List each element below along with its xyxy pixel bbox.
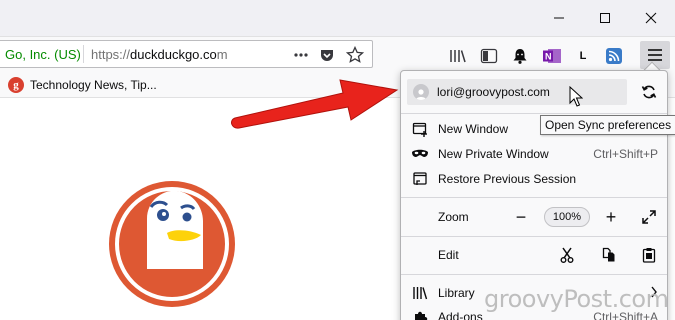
menu-item-zoom: Zoom − 100% + [401, 205, 667, 229]
bookmark-favicon: g [8, 77, 24, 93]
pocket-icon [321, 50, 333, 61]
bookmark-item[interactable]: g Technology News, Tip... [8, 76, 157, 94]
star-icon [346, 46, 364, 63]
account-avatar-icon [413, 84, 429, 100]
menu-item-shortcut: Ctrl+Shift+P [593, 147, 658, 161]
library-menu-icon [411, 284, 429, 302]
close-icon [645, 12, 657, 24]
library-icon [450, 50, 466, 63]
zoom-in-button[interactable]: + [599, 205, 623, 229]
bookmark-label: Technology News, Tip... [30, 78, 157, 92]
close-button[interactable] [628, 0, 674, 36]
menu-item-restore-session[interactable]: Restore Previous Session [401, 167, 667, 191]
sidebar-icon [480, 48, 498, 64]
site-identity[interactable]: Go, Inc. (US) [5, 47, 81, 62]
menu-item-label: Restore Previous Session [438, 172, 577, 186]
pocket-button[interactable] [317, 45, 337, 65]
menu-item-new-private-window[interactable]: New Private Window Ctrl+Shift+P [401, 142, 667, 166]
watermark: groovyPost.com [484, 285, 669, 313]
menu-item-edit: Edit [401, 243, 667, 267]
paste-button[interactable] [637, 243, 661, 267]
red-arrow-annotation [231, 79, 399, 129]
mouse-cursor-icon [569, 86, 583, 107]
minimize-icon [554, 17, 564, 19]
zoom-label: Zoom [438, 210, 469, 224]
window-title-bar [0, 0, 675, 36]
sync-account-email: lori@groovypost.com [437, 85, 550, 99]
onenote-button[interactable]: N [541, 45, 563, 67]
ellipsis-icon [294, 53, 308, 57]
url-text[interactable]: https://duckduckgo.com [91, 47, 228, 62]
menu-separator [401, 197, 667, 198]
fullscreen-button[interactable] [637, 205, 661, 229]
zoom-out-button[interactable]: − [509, 205, 533, 229]
copy-icon [602, 247, 615, 262]
app-menu-panel: lori@groovypost.com New Window New Priva… [400, 70, 668, 320]
onenote-icon: N [543, 49, 561, 63]
copy-button[interactable] [597, 243, 621, 267]
notification-button[interactable] [509, 45, 531, 67]
restore-session-icon [411, 170, 429, 188]
sync-account-item[interactable]: lori@groovypost.com [407, 79, 627, 105]
bookmark-star-button[interactable] [345, 45, 365, 65]
lastpass-button[interactable]: L [572, 45, 594, 67]
sync-tooltip: Open Sync preferences [540, 115, 675, 135]
menu-separator [401, 236, 667, 237]
menu-item-label: Library [438, 286, 475, 300]
sync-icon [641, 85, 657, 99]
puzzle-piece-icon [411, 308, 429, 320]
url-host: duckduckgo.co [130, 47, 217, 62]
hamburger-menu-icon [648, 49, 662, 61]
edit-label: Edit [438, 248, 459, 262]
menu-item-label: New Private Window [438, 147, 549, 161]
page-actions-button[interactable] [291, 45, 311, 65]
menu-item-label: Add-ons [438, 310, 483, 320]
sidebar-button[interactable] [478, 45, 500, 67]
menu-item-label: New Window [438, 122, 509, 136]
library-button[interactable] [447, 45, 469, 67]
cut-button[interactable] [555, 243, 579, 267]
menu-separator [401, 274, 667, 275]
svg-text:N: N [545, 52, 552, 62]
url-tail: m [216, 47, 228, 62]
address-bar[interactable]: Go, Inc. (US) https://duckduckgo.com [0, 40, 373, 68]
duckduckgo-logo [109, 181, 235, 307]
notification-bell-icon [513, 49, 527, 64]
new-window-icon [411, 120, 429, 138]
minimize-button[interactable] [536, 0, 582, 36]
rss-button[interactable] [603, 45, 625, 67]
zoom-reset-button[interactable]: 100% [544, 207, 590, 227]
rss-icon [606, 48, 622, 64]
sync-now-button[interactable] [635, 79, 663, 105]
maximize-button[interactable] [582, 0, 628, 36]
mask-icon [411, 145, 429, 163]
maximize-icon [600, 13, 610, 23]
scissors-icon [560, 247, 574, 263]
url-scheme: https:// [91, 47, 131, 62]
fullscreen-icon [642, 210, 656, 224]
lastpass-icon: L [579, 50, 587, 62]
url-separator [83, 45, 84, 63]
menu-separator [401, 113, 667, 114]
clipboard-icon [642, 248, 656, 263]
